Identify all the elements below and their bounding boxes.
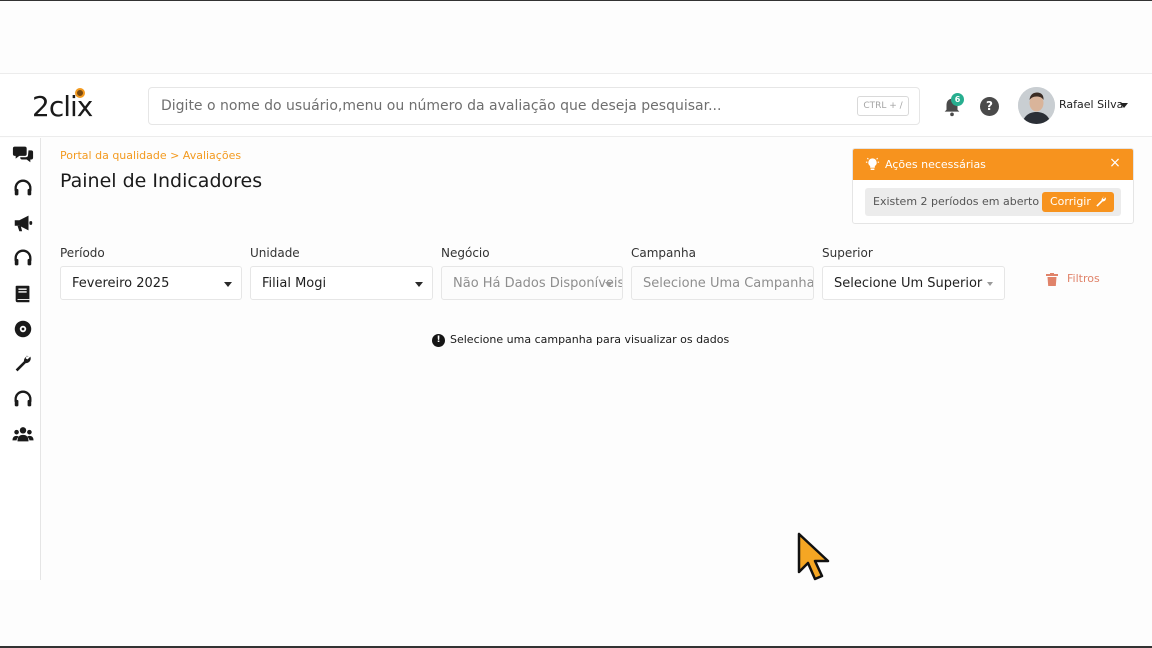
unidade-label: Unidade — [250, 246, 300, 260]
help-icon[interactable]: ? — [980, 97, 999, 116]
breadcrumb[interactable]: Portal da qualidade > Avaliações — [60, 149, 241, 162]
comments-icon[interactable] — [12, 143, 34, 165]
notification-badge: 6 — [951, 93, 964, 106]
periodo-select[interactable]: Fevereiro 2025 — [60, 266, 242, 300]
search-placeholder: Digite o nome do usuário,menu ou número … — [161, 98, 722, 114]
avatar-image — [1018, 87, 1055, 124]
unidade-value: Filial Mogi — [262, 276, 327, 291]
book-icon[interactable] — [12, 283, 34, 305]
negocio-select[interactable]: Não Há Dados Disponíveis — [441, 266, 623, 300]
actions-panel-title: Ações necessárias — [885, 158, 986, 171]
info-text: Selecione uma campanha para visualizar o… — [450, 333, 730, 346]
search-input[interactable]: Digite o nome do usuário,menu ou número … — [148, 87, 920, 125]
actions-item: Existem 2 períodos em aberto Corrigir — [865, 188, 1121, 216]
actions-panel-header: Ações necessárias × — [853, 149, 1133, 180]
users-icon[interactable] — [12, 423, 34, 445]
info-icon: ! — [432, 334, 445, 347]
clear-filters-button[interactable]: Filtros — [1044, 270, 1104, 290]
periodo-value: Fevereiro 2025 — [72, 276, 170, 291]
wrench-icon[interactable] — [12, 353, 34, 375]
clear-filters-label: Filtros — [1067, 272, 1100, 285]
frame-top-border — [0, 0, 1152, 1]
mouse-cursor-icon — [797, 532, 830, 581]
actions-item-message: Existem 2 períodos em aberto — [873, 195, 1040, 208]
negocio-label: Negócio — [441, 246, 490, 260]
chevron-down-icon — [605, 282, 613, 287]
negocio-value: Não Há Dados Disponíveis — [453, 276, 623, 291]
fix-button[interactable]: Corrigir — [1042, 192, 1114, 212]
user-menu-caret-icon[interactable] — [1120, 103, 1128, 108]
trash-icon — [1046, 273, 1058, 286]
chevron-down-icon — [224, 282, 232, 287]
lightbulb-icon — [865, 157, 880, 170]
close-icon[interactable]: × — [1109, 156, 1121, 170]
periodo-label: Período — [60, 246, 105, 260]
brain-gear-icon[interactable] — [12, 318, 34, 340]
chevron-down-icon — [415, 282, 423, 287]
headset-icon[interactable] — [12, 388, 34, 410]
top-header: 2clix Digite o nome do usuário,menu ou n… — [0, 73, 1152, 137]
superior-value: Selecione Um Superior — [834, 276, 983, 291]
headset-icon[interactable] — [12, 177, 34, 199]
app-logo[interactable]: 2clix — [32, 88, 108, 124]
campanha-label: Campanha — [631, 246, 696, 260]
campanha-value: Selecione Uma Campanha — [643, 276, 814, 291]
superior-label: Superior — [822, 246, 873, 260]
actions-panel: Ações necessárias × Existem 2 períodos e… — [852, 148, 1134, 224]
campanha-select[interactable]: Selecione Uma Campanha — [631, 266, 814, 300]
sidebar — [0, 138, 41, 580]
superior-select[interactable]: Selecione Um Superior — [822, 266, 1005, 300]
headset-icon[interactable] — [12, 247, 34, 269]
avatar[interactable] — [1018, 87, 1055, 124]
search-shortcut-hint: CTRL + / — [857, 96, 909, 116]
logo-dot-icon — [75, 88, 85, 98]
fix-button-label: Corrigir — [1050, 195, 1091, 208]
page-title: Painel de Indicadores — [60, 170, 263, 192]
wrench-icon — [1096, 196, 1106, 207]
megaphone-icon[interactable] — [12, 212, 34, 234]
unidade-select[interactable]: Filial Mogi — [250, 266, 433, 300]
chevron-down-icon — [987, 282, 993, 286]
user-name[interactable]: Rafael Silva — [1059, 98, 1123, 111]
